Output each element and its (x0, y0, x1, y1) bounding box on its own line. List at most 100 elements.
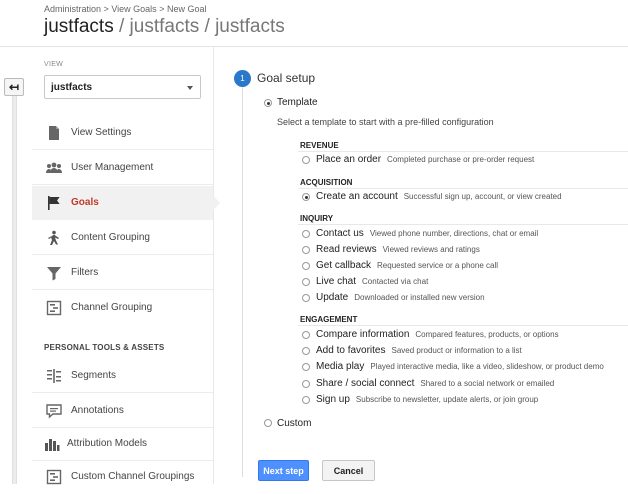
view-select[interactable]: justfacts (44, 75, 201, 99)
template-help-text: Select a template to start with a pre-fi… (277, 117, 494, 127)
category-divider (298, 188, 628, 189)
goal-setup-panel: 1 Goal setup Template Select a template … (230, 47, 628, 484)
option-description: Subscribe to newsletter, update alerts, … (355, 395, 539, 404)
sidebar-item-label: Goals (71, 197, 99, 208)
speech-bubble-icon (46, 404, 62, 419)
option-name: Live chat (316, 276, 357, 287)
breadcrumb-new-goal: New Goal (166, 4, 207, 14)
custom-radio[interactable] (264, 419, 272, 427)
category-divider (298, 224, 628, 225)
back-arrow-icon: ↤ (8, 80, 20, 94)
option-name: Contact us (316, 228, 364, 239)
custom-label[interactable]: Custom (277, 418, 311, 429)
step-number-badge: 1 (234, 70, 251, 87)
next-step-button[interactable]: Next step (258, 460, 309, 481)
option-name: Media play (316, 361, 365, 372)
option-description: Saved product or information to a list (391, 346, 522, 355)
sidebar-item-label: Filters (71, 267, 99, 278)
bar-chart-icon (45, 439, 60, 451)
sidebar-item-view-settings[interactable]: View Settings (32, 116, 213, 150)
breadcrumb-separator: > (159, 4, 165, 14)
sidebar-item-user-management[interactable]: User Management (32, 151, 213, 185)
option-radio[interactable] (302, 347, 310, 355)
template-radio[interactable] (264, 99, 272, 107)
option-name: Sign up (316, 394, 350, 405)
option-radio[interactable] (302, 396, 310, 404)
sidebar-item-annotations[interactable]: Annotations (32, 394, 213, 428)
option-description: Viewed reviews and ratings (382, 245, 480, 254)
option-description: Viewed phone number, directions, chat or… (369, 229, 539, 238)
page-header: Administration > View Goals > New Goal j… (0, 0, 628, 46)
option-radio[interactable] (302, 246, 310, 254)
option-description: Successful sign up, account, or view cre… (403, 192, 562, 201)
option-name: Create an account (316, 191, 398, 202)
category-acquisition: ACQUISITION (300, 178, 353, 187)
option-radio[interactable] (302, 278, 310, 286)
category-revenue: REVENUE (300, 141, 339, 150)
sidebar-item-channel-grouping[interactable]: Channel Grouping (32, 291, 213, 325)
sidebar-item-content-grouping[interactable]: Content Grouping (32, 221, 213, 255)
option-radio[interactable] (302, 294, 310, 302)
option-name: Place an order (316, 154, 382, 165)
category-divider (298, 325, 628, 326)
template-label[interactable]: Template (277, 97, 318, 108)
users-icon (46, 162, 62, 173)
sidebar-item-segments[interactable]: Segments (32, 359, 213, 393)
option-description: Downloaded or installed new version (354, 293, 485, 302)
sidebar-item-label: Channel Grouping (71, 302, 153, 313)
active-pointer (213, 195, 220, 211)
sidebar-item-custom-channel-groupings[interactable]: Custom Channel Groupings (32, 460, 213, 494)
sidebar-item-label: Segments (71, 370, 117, 381)
option-name: Update (316, 292, 349, 303)
option-description: Requested service or a phone call (377, 261, 498, 270)
cancel-button[interactable]: Cancel (322, 460, 375, 481)
sidebar: VIEW justfacts View Settings User Manage… (32, 47, 220, 485)
breadcrumb: Administration > View Goals > New Goal (44, 4, 207, 14)
option-radio[interactable] (302, 156, 310, 164)
option-radio[interactable] (302, 363, 310, 371)
view-select-value: justfacts (51, 82, 93, 93)
option-name: Add to favorites (316, 345, 386, 356)
category-divider (298, 151, 628, 152)
sidebar-item-goals[interactable]: Goals (32, 186, 220, 220)
title-sub: / justfacts / justfacts (113, 16, 285, 37)
flag-icon (48, 196, 60, 210)
person-walk-icon (48, 230, 59, 245)
breadcrumb-administration[interactable]: Administration (44, 4, 101, 14)
sidebar-item-label: Annotations (71, 405, 124, 416)
document-icon (49, 126, 59, 140)
category-inquiry: INQUIRY (300, 214, 334, 223)
back-button[interactable]: ↤ (4, 78, 24, 96)
category-engagement: ENGAGEMENT (300, 315, 358, 324)
segments-icon (47, 369, 61, 383)
option-radio[interactable] (302, 230, 310, 238)
channel-icon (46, 300, 62, 316)
option-name: Share / social connect (316, 378, 415, 389)
option-description: Shared to a social network or emailed (420, 379, 555, 388)
view-label: VIEW (44, 61, 64, 68)
section-header-personal-tools: PERSONAL TOOLS & ASSETS (44, 343, 165, 352)
option-description: Compared features, products, or options (415, 330, 559, 339)
breadcrumb-view-goals[interactable]: View Goals (111, 4, 156, 14)
option-radio[interactable] (302, 262, 310, 270)
option-name: Get callback (316, 260, 372, 271)
option-description: Contacted via chat (362, 277, 429, 286)
caret-down-icon (187, 86, 193, 90)
step-connector-line (242, 87, 243, 477)
option-description: Completed purchase or pre-order request (387, 155, 535, 164)
option-radio[interactable] (302, 331, 310, 339)
option-name: Read reviews (316, 244, 377, 255)
option-radio[interactable] (302, 193, 310, 201)
sidebar-item-filters[interactable]: Filters (32, 256, 213, 290)
sidebar-item-label: Custom Channel Groupings (71, 471, 195, 482)
channel-icon (46, 469, 62, 485)
funnel-icon (47, 267, 61, 281)
option-name: Compare information (316, 329, 410, 340)
sidebar-item-label: Attribution Models (67, 438, 148, 449)
page-title: justfacts / justfacts / justfacts (44, 16, 285, 38)
sidebar-item-label: Content Grouping (71, 232, 150, 243)
breadcrumb-separator: > (103, 4, 109, 14)
sidebar-item-label: View Settings (71, 127, 132, 138)
sidebar-item-attribution-models[interactable]: Attribution Models (32, 427, 213, 461)
option-radio[interactable] (302, 380, 310, 388)
